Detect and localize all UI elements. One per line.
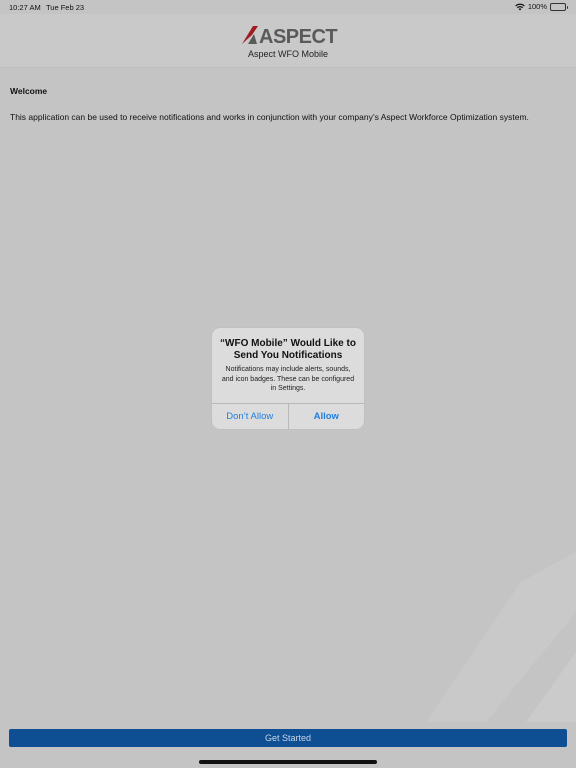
dialog-button-row: Don’t Allow Allow [212, 403, 364, 429]
aspect-logo: ASPECT [242, 26, 338, 46]
get-started-button[interactable]: Get Started [9, 729, 567, 747]
status-date: Tue Feb 23 [46, 3, 85, 12]
welcome-heading: Welcome [10, 86, 48, 96]
wifi-icon [515, 3, 525, 11]
battery-icon [550, 2, 568, 11]
logo-watermark [426, 552, 576, 722]
logo-text: ASPECT [259, 26, 337, 46]
notification-permission-dialog: “WFO Mobile” Would Like to Send You Noti… [212, 328, 364, 429]
home-indicator [199, 760, 377, 764]
welcome-description: This application can be used to receive … [10, 112, 529, 122]
allow-button[interactable]: Allow [287, 404, 365, 429]
app-screen: 10:27 AM Tue Feb 23 100% ASPECT Aspect W… [0, 0, 576, 768]
battery-percent: 100% [527, 2, 547, 11]
status-indicators: 100% [515, 2, 568, 11]
status-bar: 10:27 AM Tue Feb 23 100% [0, 0, 576, 14]
app-header: ASPECT Aspect WFO Mobile [0, 14, 576, 68]
status-time: 10:27 AM [9, 3, 41, 12]
app-title: Aspect WFO Mobile [247, 49, 329, 59]
dialog-message: Notifications may include alerts, sounds… [221, 366, 355, 392]
dont-allow-button[interactable]: Don’t Allow [212, 404, 288, 429]
dialog-title: “WFO Mobile” Would Like to Send You Noti… [220, 338, 356, 361]
welcome-section: Welcome This application can be used to … [10, 86, 566, 123]
